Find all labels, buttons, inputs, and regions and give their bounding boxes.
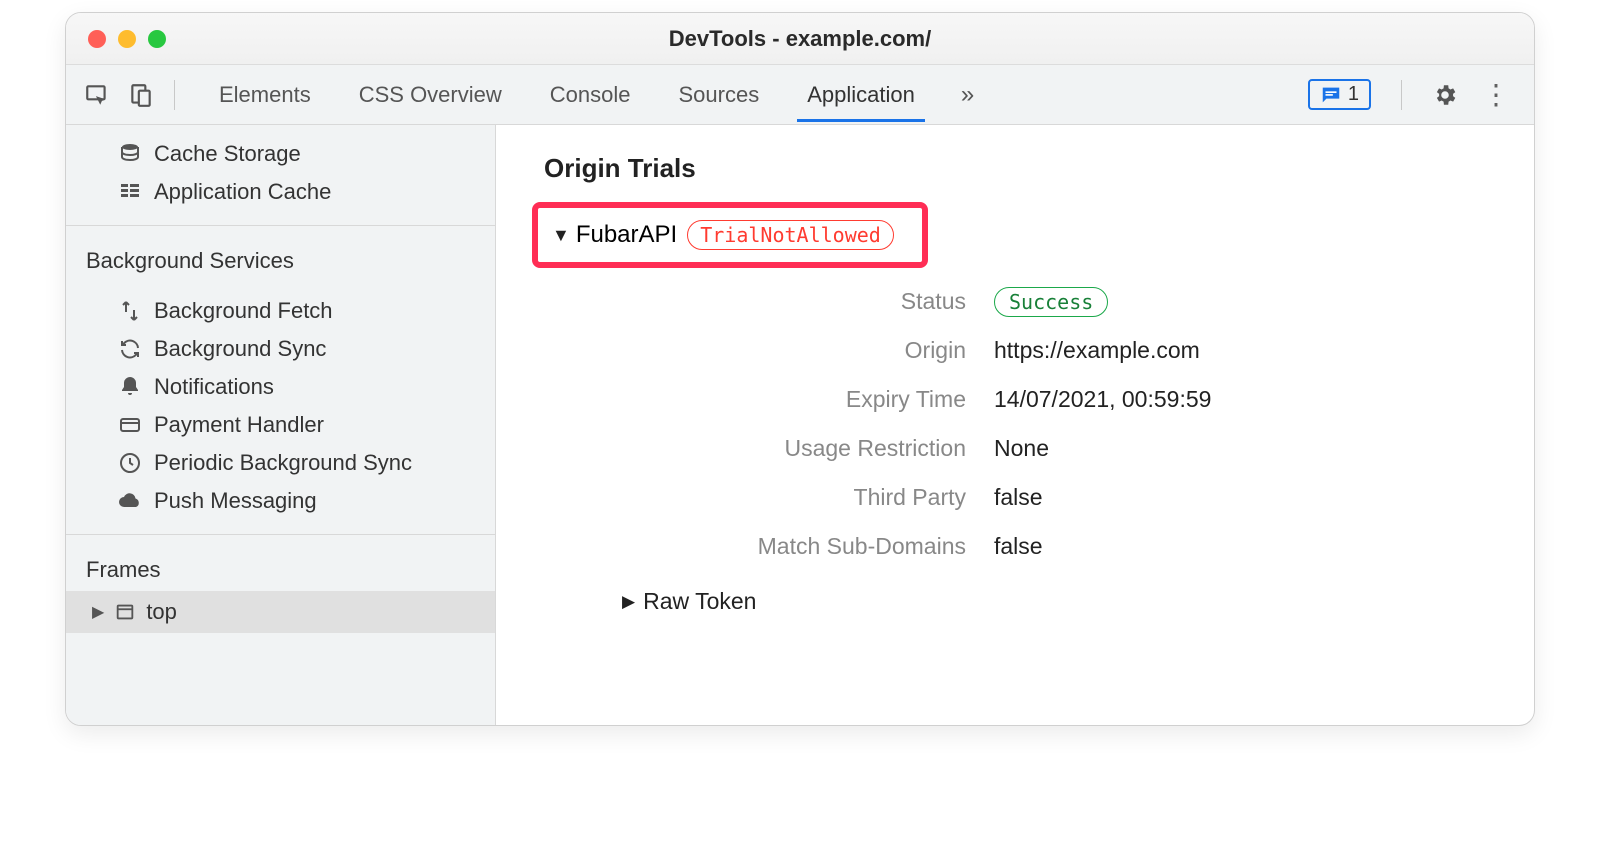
sidebar-item-notifications[interactable]: Notifications — [66, 368, 495, 406]
application-main-panel: Origin Trials ▼ FubarAPI TrialNotAllowed… — [496, 125, 1534, 725]
sidebar-item-payment-handler[interactable]: Payment Handler — [66, 406, 495, 444]
raw-token-label: Raw Token — [643, 588, 756, 615]
more-options-icon[interactable]: ⋮ — [1476, 78, 1516, 111]
tab-css-overview[interactable]: CSS Overview — [349, 68, 512, 122]
detail-key-origin: Origin — [646, 337, 966, 364]
tab-console[interactable]: Console — [540, 68, 641, 122]
trial-name: FubarAPI — [576, 221, 677, 249]
detail-key-usage: Usage Restriction — [646, 435, 966, 462]
sidebar-group-cache: Cache Storage Application Cache — [66, 125, 495, 217]
detail-key-third-party: Third Party — [646, 484, 966, 511]
more-tabs-icon[interactable]: » — [953, 81, 982, 109]
window-title: DevTools - example.com/ — [66, 26, 1534, 52]
sidebar-header-frames: Frames — [66, 543, 495, 591]
sidebar-item-cache-storage[interactable]: Cache Storage — [66, 135, 495, 173]
issues-badge[interactable]: 1 — [1308, 79, 1371, 110]
trial-status-badge: TrialNotAllowed — [687, 220, 894, 250]
sidebar-item-label: Periodic Background Sync — [154, 450, 412, 476]
toolbar-divider — [1401, 80, 1402, 110]
trial-details-grid: Status Success Origin https://example.co… — [646, 288, 1504, 560]
toolbar-right: 1 ⋮ — [1308, 78, 1516, 111]
sidebar-item-label: Payment Handler — [154, 412, 324, 438]
settings-icon[interactable] — [1432, 82, 1458, 108]
sidebar-item-label: Cache Storage — [154, 141, 301, 167]
clock-icon — [118, 451, 142, 475]
window-controls — [66, 30, 166, 48]
message-icon — [1320, 84, 1342, 106]
sidebar-item-background-fetch[interactable]: Background Fetch — [66, 292, 495, 330]
sidebar-item-label: top — [146, 599, 177, 625]
maximize-window-button[interactable] — [148, 30, 166, 48]
trial-highlight-box: ▼ FubarAPI TrialNotAllowed — [532, 202, 928, 268]
sidebar-item-periodic-sync[interactable]: Periodic Background Sync — [66, 444, 495, 482]
database-icon — [118, 142, 142, 166]
sync-icon — [118, 337, 142, 361]
devtools-body: Cache Storage Application Cache Backgrou… — [66, 125, 1534, 725]
frame-icon — [114, 601, 136, 623]
devtools-window: DevTools - example.com/ Elements CSS Ove… — [65, 12, 1535, 726]
sidebar-item-label: Background Fetch — [154, 298, 333, 324]
credit-card-icon — [118, 413, 142, 437]
detail-key-status: Status — [646, 288, 966, 315]
collapse-icon: ▼ — [552, 225, 570, 246]
grid-icon — [118, 180, 142, 204]
detail-val-origin: https://example.com — [994, 337, 1504, 364]
expand-icon: ▶ — [92, 602, 104, 622]
device-toolbar-icon[interactable] — [128, 82, 154, 108]
sidebar-header-background-services: Background Services — [66, 234, 495, 282]
panel-title: Origin Trials — [544, 153, 1504, 184]
sidebar-item-push-messaging[interactable]: Push Messaging — [66, 482, 495, 520]
status-success-badge: Success — [994, 287, 1108, 317]
sidebar-item-frame-top[interactable]: ▶ top — [66, 591, 495, 633]
sidebar-item-label: Background Sync — [154, 336, 326, 362]
tab-elements[interactable]: Elements — [209, 68, 321, 122]
sidebar-divider — [66, 225, 495, 226]
inspect-element-icon[interactable] — [84, 82, 110, 108]
detail-key-expiry: Expiry Time — [646, 386, 966, 413]
tab-sources[interactable]: Sources — [668, 68, 769, 122]
fetch-icon — [118, 299, 142, 323]
bell-icon — [118, 375, 142, 399]
titlebar: DevTools - example.com/ — [66, 13, 1534, 65]
detail-val-usage: None — [994, 435, 1504, 462]
detail-key-match-subdomains: Match Sub-Domains — [646, 533, 966, 560]
tab-application[interactable]: Application — [797, 68, 925, 122]
toolbar-divider — [174, 80, 175, 110]
expand-icon: ▶ — [622, 592, 635, 612]
application-sidebar: Cache Storage Application Cache Backgrou… — [66, 125, 496, 725]
sidebar-group-background: Background Fetch Background Sync Notific… — [66, 282, 495, 526]
sidebar-item-application-cache[interactable]: Application Cache — [66, 173, 495, 211]
sidebar-divider — [66, 534, 495, 535]
detail-val-status: Success — [994, 288, 1504, 315]
cloud-icon — [118, 489, 142, 513]
detail-val-match-subdomains: false — [994, 533, 1504, 560]
devtools-tabs: Elements CSS Overview Console Sources Ap… — [209, 68, 982, 122]
detail-val-third-party: false — [994, 484, 1504, 511]
sidebar-item-label: Application Cache — [154, 179, 331, 205]
minimize-window-button[interactable] — [118, 30, 136, 48]
sidebar-item-label: Notifications — [154, 374, 274, 400]
sidebar-item-background-sync[interactable]: Background Sync — [66, 330, 495, 368]
detail-val-expiry: 14/07/2021, 00:59:59 — [994, 386, 1504, 413]
sidebar-item-label: Push Messaging — [154, 488, 317, 514]
issues-count: 1 — [1348, 83, 1359, 106]
close-window-button[interactable] — [88, 30, 106, 48]
trial-toggle-row[interactable]: ▼ FubarAPI TrialNotAllowed — [552, 220, 894, 250]
devtools-toolbar: Elements CSS Overview Console Sources Ap… — [66, 65, 1534, 125]
raw-token-toggle[interactable]: ▶ Raw Token — [622, 588, 1504, 615]
